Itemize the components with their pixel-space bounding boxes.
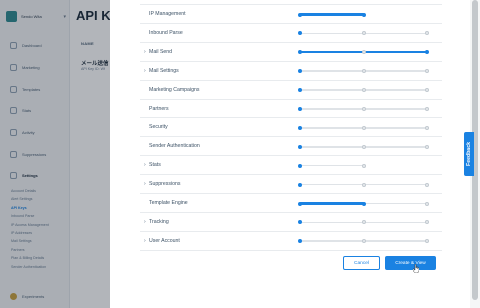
slider-fill [300,202,364,205]
permission-row: Partners [140,98,442,118]
slider-step-handle[interactable] [361,220,366,225]
permission-row: › Suppressions [140,174,442,193]
slider-step-handle[interactable] [425,239,429,244]
slider-step-handle[interactable] [361,144,366,149]
slider-step-handle[interactable] [425,88,429,93]
slider-step-handle[interactable] [298,125,302,130]
slider-step-handle[interactable] [425,220,429,225]
permission-label: IP Management [149,11,186,17]
permission-label: Inbound Parse [149,29,183,36]
slider-step-handle[interactable] [298,220,302,225]
access-level-slider[interactable] [298,201,429,206]
slider-step-handle[interactable] [425,107,429,111]
slider-step-handle[interactable] [298,12,302,17]
access-level-slider[interactable] [298,220,429,225]
permission-row: › Tracking [140,211,442,232]
slider-step-handle[interactable] [298,69,302,74]
chevron-right-icon[interactable]: › [144,156,146,175]
permission-row: IP Management [140,4,442,23]
slider-step-handle[interactable] [361,125,366,130]
slider-step-handle[interactable] [361,12,366,17]
slider-step-handle[interactable] [425,31,429,36]
permission-label: Partners [149,105,169,112]
slider-step-handle[interactable] [298,163,302,168]
slider-step-handle[interactable] [361,182,366,187]
chevron-right-icon[interactable]: › [144,213,146,232]
slider-step-handle[interactable] [361,69,366,74]
chevron-right-icon[interactable]: › [144,232,146,251]
permission-label: User Account [149,237,180,244]
permission-row: Template Engine [140,193,442,212]
slider-fill [300,13,364,16]
access-level-slider[interactable] [298,163,366,168]
chevron-right-icon[interactable]: › [144,175,146,194]
slider-track [300,164,364,167]
cancel-button[interactable]: Cancel [343,256,380,270]
slider-step-handle[interactable] [361,163,366,168]
slider-step-handle[interactable] [361,239,366,244]
slider-step-handle[interactable] [425,144,429,149]
feedback-label: Feedback [466,142,472,166]
table-divider [140,249,442,251]
slider-step-handle[interactable] [425,201,429,206]
slider-step-handle[interactable] [298,144,302,149]
permission-label: Tracking [149,218,169,225]
permission-label: Suppressions [149,181,181,188]
slider-step-handle[interactable] [425,69,429,74]
permission-row: Security [140,117,442,136]
permission-row: › Stats [140,155,442,174]
permission-row: › Mail Settings [140,60,442,81]
access-level-slider[interactable] [298,88,429,93]
slider-step-handle[interactable] [298,31,302,36]
permission-label: Mail Send [149,48,173,55]
slider-step-handle[interactable] [361,201,366,206]
permission-row: Marketing Campaigns [140,79,442,99]
permission-label: Mail Settings [149,67,179,74]
permission-row: › User Account [140,230,442,251]
access-level-slider[interactable] [298,144,429,149]
permission-label: Marketing Campaigns [149,86,200,93]
access-level-slider[interactable] [298,239,429,244]
feedback-tab[interactable]: Feedback [464,132,474,176]
slider-step-handle[interactable] [298,239,302,244]
slider-step-handle[interactable] [298,201,302,206]
slider-step-handle[interactable] [361,88,366,93]
slider-step-handle[interactable] [425,50,429,55]
access-level-slider[interactable] [298,125,429,130]
access-level-slider[interactable] [298,12,366,17]
chevron-right-icon[interactable]: › [144,43,146,62]
access-level-slider[interactable] [298,69,429,74]
access-level-slider[interactable] [298,50,429,55]
permission-row: Inbound Parse [140,22,442,42]
slider-step-handle[interactable] [425,182,429,187]
access-level-slider[interactable] [298,182,429,187]
permission-label: Stats [149,162,161,169]
permission-row: › Mail Send [140,41,442,62]
permission-label: Template Engine [149,200,188,206]
slider-step-handle[interactable] [298,88,302,93]
access-level-slider[interactable] [298,31,429,36]
hand-cursor-icon [413,264,419,273]
chevron-right-icon[interactable]: › [144,62,146,81]
slider-step-handle[interactable] [298,50,302,55]
permission-label: Security [149,124,168,131]
slider-step-handle[interactable] [361,31,366,36]
create-and-view-button[interactable]: Create & View [385,256,436,270]
slider-step-handle[interactable] [361,107,366,111]
slider-step-handle[interactable] [425,125,429,130]
access-level-slider[interactable] [298,107,429,111]
permission-row: Sender Authentication [140,136,442,155]
slider-step-handle[interactable] [361,50,366,55]
slider-step-handle[interactable] [298,182,302,187]
permission-label: Sender Authentication [149,143,200,150]
slider-step-handle[interactable] [298,107,302,111]
